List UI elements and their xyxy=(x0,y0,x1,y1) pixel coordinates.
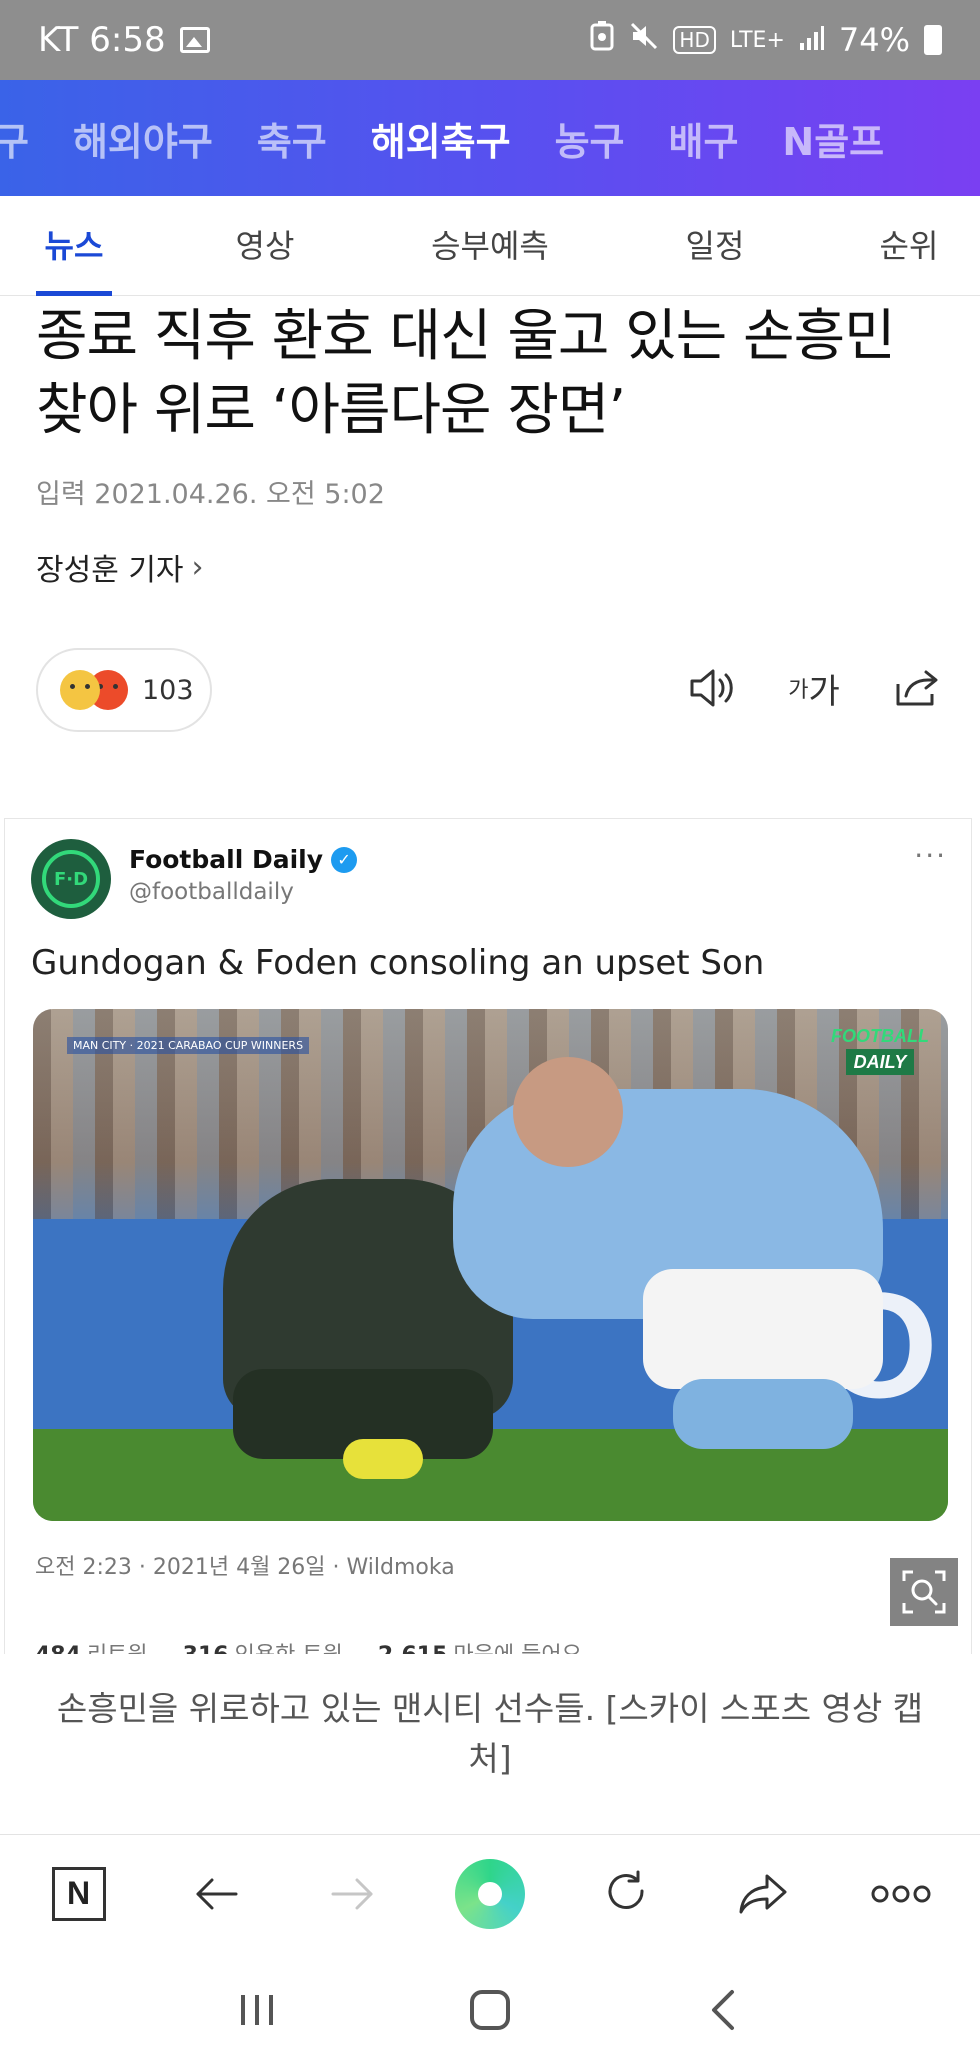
tweet-handle: @footballdaily xyxy=(129,879,294,905)
battery-icon xyxy=(924,25,942,55)
retweet-count: 484 xyxy=(35,1643,81,1654)
mute-icon xyxy=(629,21,659,59)
like-label: 마음에 들어요 xyxy=(453,1643,581,1654)
tab-news[interactable]: 뉴스 xyxy=(36,196,112,296)
quote-count: 316 xyxy=(183,1643,229,1654)
share-page-button[interactable] xyxy=(719,1849,809,1939)
signal-icon xyxy=(799,21,825,59)
tweet-avatar[interactable]: F·D xyxy=(31,839,111,919)
photo-player-head xyxy=(513,1057,623,1167)
font-large-label: 가 xyxy=(808,671,840,712)
browser-toolbar: N xyxy=(0,1834,980,1952)
watermark-line2: DAILY xyxy=(845,1049,915,1075)
gallery-notification-icon xyxy=(179,27,210,53)
battery-saver-icon xyxy=(589,21,615,59)
chevron-right-icon: › xyxy=(191,549,204,585)
home-icon[interactable] xyxy=(445,1965,535,2055)
reporter-link[interactable]: 장성훈 기자 › xyxy=(36,545,204,589)
reload-button[interactable] xyxy=(582,1849,672,1939)
system-back-icon[interactable] xyxy=(678,1965,768,2055)
embedded-tweet[interactable]: F·D Football Daily ✓ @footballdaily ··· … xyxy=(4,818,972,1654)
recent-apps-icon[interactable] xyxy=(212,1965,302,2055)
status-bar: KT 6:58 HD LTE+ 74% xyxy=(0,0,980,80)
text-to-speech-icon[interactable] xyxy=(684,660,740,716)
tweet-stats: 484 리트윗 316 인용한 트윗 2,615 마음에 들어요 xyxy=(35,1637,582,1654)
share-icon[interactable] xyxy=(888,660,944,716)
photo-player-shorts xyxy=(643,1269,883,1389)
category-item-golf[interactable]: N골프 xyxy=(760,111,906,166)
battery-percent: 74% xyxy=(838,21,910,59)
green-dot-icon xyxy=(454,1858,525,1929)
photo-boot xyxy=(343,1439,423,1479)
category-item-overseas-soccer[interactable]: 해외축구 xyxy=(349,111,533,166)
android-nav-bar xyxy=(0,1952,980,2068)
tab-standings[interactable]: 순위 xyxy=(874,196,944,296)
sad-emoji-icon xyxy=(60,670,100,710)
sub-tabs: 뉴스 영상 승부예측 일정 순위 xyxy=(0,196,980,296)
image-search-button[interactable] xyxy=(890,1558,958,1626)
category-item-basketball[interactable]: 농구 xyxy=(533,111,647,166)
status-right: HD LTE+ 74% xyxy=(589,21,942,59)
naver-home-button[interactable]: N xyxy=(34,1849,124,1939)
category-item-soccer[interactable]: 축구 xyxy=(235,111,349,166)
hd-voice-label: HD xyxy=(673,26,716,54)
tweet-photo[interactable]: CO MAN CITY · 2021 CARABAO CUP WINNERS F… xyxy=(33,1009,948,1521)
tab-prediction[interactable]: 승부예측 xyxy=(420,196,560,296)
tweet-account-name: Football Daily xyxy=(129,845,324,874)
font-size-button[interactable]: 가가 xyxy=(786,660,842,716)
status-left: KT 6:58 xyxy=(38,20,210,60)
forward-button[interactable] xyxy=(308,1849,398,1939)
photo-caption-tag: MAN CITY · 2021 CARABAO CUP WINNERS xyxy=(67,1037,310,1054)
tweet-timestamp: 오전 2:23 · 2021년 4월 26일 · Wildmoka xyxy=(35,1555,455,1580)
sports-category-nav: 구 해외야구 축구 해외축구 농구 배구 N골프 xyxy=(0,80,980,196)
category-item-overseas-baseball[interactable]: 해외야구 xyxy=(51,111,235,166)
article-headline: 종료 직후 환호 대신 울고 있는 손흥민 찾아 위로 ‘아름다운 장면’ xyxy=(36,304,896,443)
verified-badge-icon: ✓ xyxy=(331,846,358,873)
category-item-volleyball[interactable]: 배구 xyxy=(647,111,761,166)
tweet-account[interactable]: Football Daily ✓ xyxy=(129,845,358,874)
tab-schedule[interactable]: 일정 xyxy=(680,196,750,296)
reporter-name: 장성훈 기자 xyxy=(36,553,184,588)
carrier-time: KT 6:58 xyxy=(38,20,166,60)
back-button[interactable] xyxy=(171,1849,261,1939)
article-tools: 가가 xyxy=(684,660,944,716)
network-type: LTE+ xyxy=(729,27,785,53)
like-count: 2,615 xyxy=(378,1643,448,1654)
photo-player-sock xyxy=(673,1379,853,1449)
category-item-partial[interactable]: 구 xyxy=(0,111,51,166)
avatar-logo: F·D xyxy=(42,850,100,908)
font-small-label: 가 xyxy=(788,678,809,703)
tweet-text: Gundogan & Foden consoling an upset Son xyxy=(31,943,765,983)
naver-n-icon: N xyxy=(51,1866,106,1921)
quote-label: 인용한 트윗 xyxy=(235,1643,343,1654)
watermark-line1: FOOTBALL xyxy=(831,1026,929,1046)
tab-video[interactable]: 영상 xyxy=(230,196,300,296)
more-options-icon[interactable]: ··· xyxy=(914,839,947,872)
football-daily-watermark: FOOTBALL DAILY xyxy=(820,1023,940,1075)
article-date: 입력 2021.04.26. 오전 5:02 xyxy=(36,479,385,510)
reaction-button[interactable]: 103 xyxy=(36,648,212,732)
retweet-label: 리트윗 xyxy=(87,1643,148,1654)
more-menu-button[interactable] xyxy=(856,1849,946,1939)
reaction-count: 103 xyxy=(142,674,194,706)
photo-caption: 손흥민을 위로하고 있는 맨시티 선수들. [스카이 스포츠 영상 캡처] xyxy=(0,1654,980,1834)
green-dot-button[interactable] xyxy=(445,1849,535,1939)
